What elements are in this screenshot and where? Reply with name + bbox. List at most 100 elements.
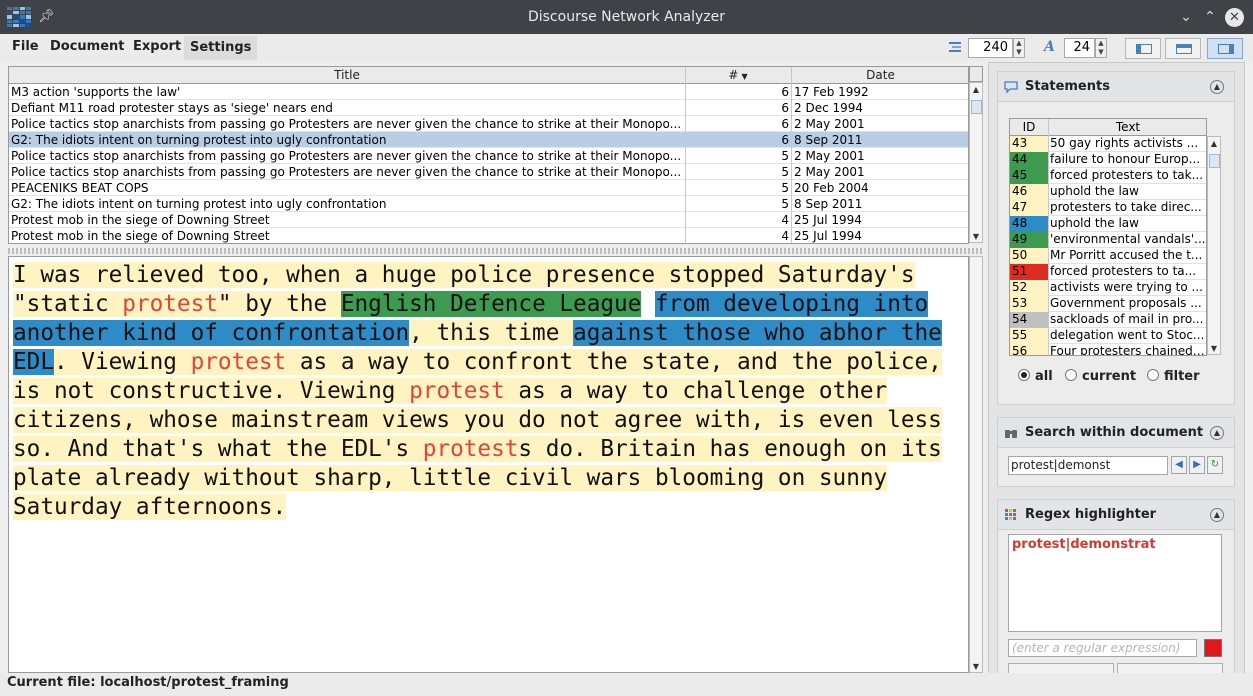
cell-title: Protest mob in the siege of Downing Stre… — [11, 213, 270, 227]
split-pane-divider[interactable] — [8, 248, 983, 254]
menu-file[interactable]: File — [12, 39, 39, 54]
layout-top-button[interactable] — [1165, 38, 1201, 59]
menu-settings[interactable]: Settings — [184, 36, 258, 60]
statement-id: 52 — [1010, 280, 1048, 296]
filter-current-label: current — [1082, 369, 1137, 384]
statement-text: Four protesters chained ... — [1050, 344, 1207, 356]
cell-count: 5 — [781, 149, 789, 163]
regex-input[interactable]: (enter a regular expression) — [1008, 639, 1197, 657]
text-segment: " by the — [217, 291, 341, 317]
next-match-button[interactable]: ▶ — [1189, 456, 1205, 474]
filter-all-label: all — [1035, 369, 1053, 384]
regex-pattern-list[interactable]: protest|demonstrat — [1008, 534, 1222, 632]
statement-row[interactable]: 52 activists were trying to ... — [1010, 280, 1206, 296]
statement-row[interactable]: 54 sackloads of mail in pro... — [1010, 312, 1206, 328]
cell-count: 5 — [781, 165, 789, 179]
statement-text: failure to honour Europ... — [1050, 152, 1201, 166]
statement-row[interactable]: 48 uphold the law — [1010, 216, 1206, 232]
statement-row[interactable]: 44 failure to honour Europ... — [1010, 152, 1206, 168]
scroll-down-icon[interactable]: ▼ — [970, 662, 982, 671]
document-text-area[interactable]: I was relieved too, when a huge police p… — [8, 256, 969, 673]
layout-right-button[interactable] — [1207, 38, 1243, 59]
statement-text: 'environmental vandals'... — [1050, 232, 1206, 246]
statement-row[interactable]: 47 protesters to take direc... — [1010, 200, 1206, 216]
sort-descending-icon: ▼ — [741, 72, 748, 81]
regex-match: protest — [122, 291, 218, 317]
scroll-down-icon[interactable]: ▼ — [1208, 344, 1220, 353]
line-spacing-stepper[interactable]: ▲ ▼ — [1013, 38, 1025, 58]
line-spacing-input[interactable]: 240 — [968, 38, 1013, 58]
statement-row[interactable]: 53 Government proposals ... — [1010, 296, 1206, 312]
header-id[interactable]: ID — [1010, 120, 1048, 134]
scroll-up-icon[interactable]: ▲ — [1208, 139, 1220, 148]
header-text[interactable]: Text — [1049, 120, 1206, 134]
menu-document[interactable]: Document — [50, 39, 125, 54]
cell-count: 6 — [781, 133, 789, 147]
statement-row[interactable]: 55 delegation went to Stoc... — [1010, 328, 1206, 344]
document-table[interactable]: Title # ▼ Date M3 action 'supports the la… — [8, 66, 969, 244]
previous-match-button[interactable]: ◀ — [1171, 456, 1187, 474]
table-row[interactable]: Police tactics stop anarchists from pass… — [9, 116, 968, 132]
statements-scrollbar[interactable]: ▲ ▼ — [1207, 136, 1221, 355]
statement-row[interactable]: 46 uphold the law — [1010, 184, 1206, 200]
table-row[interactable]: Police tactics stop anarchists from pass… — [9, 148, 968, 164]
close-icon[interactable]: ✕ — [1225, 8, 1244, 27]
statement-text: forced protesters to tak... — [1050, 168, 1204, 182]
filter-all-radio[interactable]: all — [1018, 369, 1053, 384]
statement-row[interactable]: 56 Four protesters chained ... — [1010, 344, 1207, 356]
statements-table[interactable]: ID Text 43 50 gay rights activists ... 44 f… — [1009, 118, 1207, 356]
statements-title: Statements — [1025, 79, 1110, 94]
regex-match: protest — [422, 436, 519, 462]
menu-export[interactable]: Export — [133, 39, 181, 54]
refresh-icon[interactable]: ↻ — [1207, 456, 1223, 474]
collapse-icon[interactable]: ▲ — [1210, 80, 1224, 94]
text-segment — [641, 291, 655, 317]
header-count[interactable]: # ▼ — [685, 68, 791, 82]
collapse-icon[interactable]: ▲ — [1210, 508, 1224, 522]
table-row[interactable]: PEACENIKS BEAT COPS 5 20 Feb 2004 — [9, 180, 968, 196]
statement-id: 45 — [1010, 168, 1048, 184]
statement-row[interactable]: 50 Mr Porritt accused the t... — [1010, 248, 1206, 264]
statement-row[interactable]: 49'environmental vandals'... — [1010, 232, 1206, 248]
color-picker-button[interactable] — [1204, 639, 1222, 657]
filter-filter-radio[interactable]: filter — [1147, 369, 1200, 384]
collapse-icon[interactable]: ▲ — [1210, 426, 1224, 440]
table-row[interactable]: Protest mob in the siege of Downing Stre… — [9, 212, 968, 228]
window-title: Discourse Network Analyzer — [527, 9, 726, 25]
header-title[interactable]: Title — [9, 68, 685, 82]
table-row[interactable]: Police tactics stop anarchists from pass… — [9, 164, 968, 180]
cell-title: Police tactics stop anarchists from pass… — [11, 149, 682, 163]
maximize-icon[interactable]: ⌃ — [1201, 8, 1219, 26]
table-corner — [969, 66, 983, 82]
search-input[interactable]: protest|demonst — [1008, 456, 1168, 475]
statement-row[interactable]: 45 forced protesters to tak... — [1010, 168, 1206, 184]
cell-count: 5 — [781, 197, 789, 211]
scroll-thumb[interactable] — [1209, 154, 1220, 168]
status-bar: Current file: localhost/protest_framing — [0, 673, 1253, 696]
statement-row[interactable]: 43 50 gay rights activists ... — [1010, 136, 1206, 152]
table-row[interactable]: G2: The idiots intent on turning protest… — [9, 196, 968, 212]
font-size-input[interactable]: 24 — [1064, 38, 1095, 58]
header-date[interactable]: Date — [792, 68, 968, 82]
font-size-stepper[interactable]: ▲ ▼ — [1095, 38, 1107, 58]
cell-count: 5 — [781, 181, 789, 195]
speech-bubble-icon — [1004, 81, 1018, 94]
table-row[interactable]: Defiant M11 road protester stays as 'sie… — [9, 100, 968, 116]
scroll-down-icon[interactable]: ▼ — [970, 232, 982, 241]
statements-table-header: ID Text — [1010, 119, 1206, 136]
cell-title: Protest mob in the siege of Downing Stre… — [11, 229, 270, 243]
table-row[interactable]: G2: The idiots intent on turning protest… — [9, 132, 968, 148]
minimize-icon[interactable]: ⌄ — [1177, 8, 1195, 26]
layout-left-button[interactable] — [1125, 38, 1161, 59]
scroll-thumb[interactable] — [971, 100, 982, 114]
statement-highlight[interactable]: English Defence League — [340, 291, 642, 317]
table-scrollbar[interactable]: ▲ ▼ — [969, 82, 983, 243]
table-row[interactable]: M3 action 'supports the law' 6 17 Feb 1992 — [9, 84, 968, 100]
text-scrollbar[interactable]: ▼ — [969, 256, 983, 673]
scroll-up-icon[interactable]: ▲ — [970, 85, 982, 94]
statement-id: 53 — [1010, 296, 1048, 312]
table-row[interactable]: Protest mob in the siege of Downing Stre… — [9, 228, 968, 243]
cell-date: 20 Feb 2004 — [794, 181, 869, 195]
statement-row[interactable]: 51 forced protesters to ta... — [1010, 264, 1206, 280]
filter-current-radio[interactable]: current — [1065, 369, 1136, 384]
